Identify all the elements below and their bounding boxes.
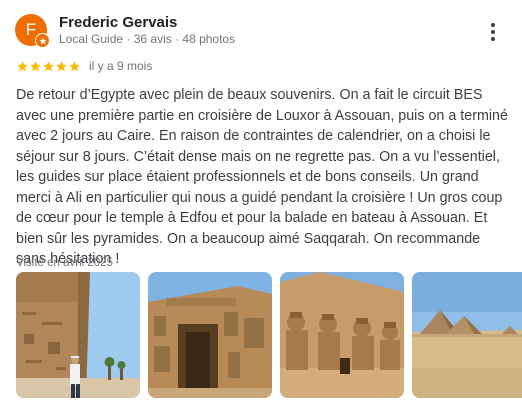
visit-date: Visité en avril 2025	[16, 257, 113, 269]
star-icon	[69, 60, 80, 71]
photo-gallery	[16, 272, 522, 398]
star-icon	[56, 60, 67, 71]
avatar[interactable]: F	[15, 14, 50, 48]
star-icon	[17, 60, 28, 71]
local-guide-badge-icon	[35, 33, 50, 48]
photo-pyramids[interactable]	[412, 272, 522, 398]
photo-abu-simbel[interactable]	[280, 272, 404, 398]
star-icon	[30, 60, 41, 71]
reviewer-name[interactable]: Frederic Gervais	[59, 14, 177, 31]
star-rating	[16, 60, 81, 73]
photo-edfou-temple[interactable]	[148, 272, 272, 398]
more-vert-icon[interactable]	[481, 20, 505, 44]
review-text: De retour d’Egypte avec plein de beaux s…	[16, 87, 508, 267]
review-time: il y a 9 mois	[89, 59, 153, 73]
reviewer-meta: Local Guide · 36 avis · 48 photos	[59, 32, 236, 46]
photo-temple-wall[interactable]	[16, 272, 140, 398]
avatar-initial: F	[25, 20, 37, 39]
star-icon	[43, 60, 54, 71]
rating-row: il y a 9 mois	[16, 59, 152, 73]
